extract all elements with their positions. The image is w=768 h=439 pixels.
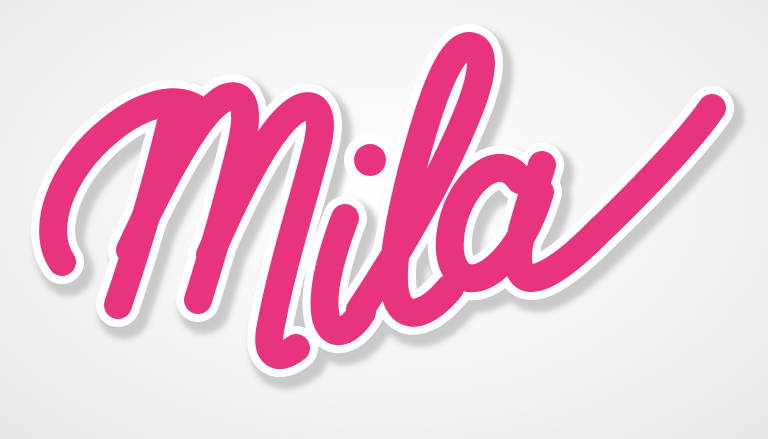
- mila-wordmark-graphic: [0, 0, 768, 439]
- mila-logo: [0, 0, 768, 439]
- logo-canvas: [0, 0, 768, 439]
- i-dot: [354, 144, 386, 176]
